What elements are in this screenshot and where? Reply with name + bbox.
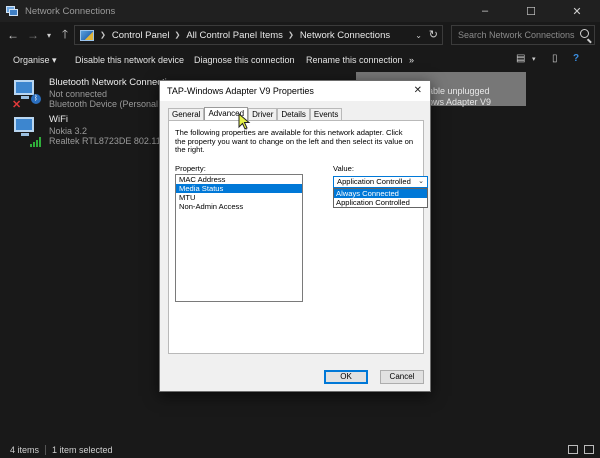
signal-bars-icon	[30, 137, 41, 147]
adapter-properties-dialog: TAP-Windows Adapter V9 Properties ✕ Gene…	[159, 80, 431, 392]
organise-menu[interactable]: Organise ▾	[13, 55, 57, 66]
selection-count: 1 item selected	[52, 445, 113, 455]
dialog-tabs: General Advanced Driver Details Events	[168, 107, 343, 121]
forward-button[interactable]: →	[23, 24, 43, 46]
property-item[interactable]: Non-Admin Access	[176, 202, 302, 211]
dialog-title-bar: TAP-Windows Adapter V9 Properties ✕	[160, 81, 430, 101]
address-row: ← → ▾ 🡑 ❯ Control Panel ❯ All Control Pa…	[0, 22, 600, 48]
window-title: Network Connections	[25, 5, 116, 17]
disconnected-icon: ✕	[12, 99, 22, 111]
breadcrumb-all-items[interactable]: All Control Panel Items	[186, 30, 283, 41]
command-bar: Organise ▾ Disable this network device D…	[0, 48, 600, 72]
chevron-down-icon: ▾	[46, 30, 51, 40]
title-bar: Network Connections – ☐ ✕	[0, 0, 600, 22]
dialog-close-icon[interactable]: ✕	[414, 85, 422, 96]
value-dropdown-text: Application Controlled	[337, 177, 411, 186]
back-button[interactable]: ←	[3, 24, 23, 46]
property-item[interactable]: MTU	[176, 193, 302, 202]
up-arrow-icon: 🡑	[61, 26, 69, 41]
item-count: 4 items	[10, 445, 40, 455]
diagnose-connection-button[interactable]: Diagnose this connection	[194, 55, 295, 65]
maximize-button[interactable]: ☐	[508, 0, 554, 22]
advanced-description: The following properties are available f…	[175, 128, 414, 155]
network-connections-icon	[6, 6, 18, 16]
dropdown-option[interactable]: Application Controlled	[334, 198, 427, 207]
value-dropdown[interactable]: Application Controlled ⌄	[333, 176, 428, 188]
ok-button[interactable]: OK	[324, 370, 368, 384]
chevron-down-icon: ⌄	[418, 178, 424, 185]
details-view-icon[interactable]	[568, 445, 578, 454]
address-bar[interactable]: ❯ Control Panel ❯ All Control Panel Item…	[74, 25, 443, 45]
value-dropdown-list[interactable]: Always Connected Application Controlled	[333, 188, 428, 208]
property-label: Property:	[175, 164, 206, 173]
refresh-icon[interactable]: ↻	[429, 28, 438, 41]
chevron-right-icon: ❯	[174, 32, 181, 39]
search-input[interactable]	[452, 30, 576, 40]
control-panel-icon	[80, 29, 94, 41]
minimize-button[interactable]: –	[462, 0, 508, 22]
chevron-down-icon[interactable]: ⌄	[415, 31, 422, 40]
bluetooth-network-icon: ✕ ᛒ	[12, 78, 42, 111]
chevron-right-icon: ❯	[100, 32, 106, 39]
property-item-selected[interactable]: Media Status	[176, 184, 302, 193]
advanced-tab-panel: The following properties are available f…	[168, 120, 428, 354]
recent-locations-button[interactable]: ▾	[43, 24, 55, 46]
wifi-network-icon	[12, 115, 42, 147]
search-icon	[580, 29, 589, 38]
help-icon[interactable]: ?	[573, 53, 579, 64]
status-bar: 4 items 1 item selected	[0, 442, 600, 458]
back-arrow-icon: ←	[7, 28, 19, 42]
selected-connection-status: able unplugged	[428, 86, 490, 96]
close-button[interactable]: ✕	[554, 0, 600, 22]
up-button[interactable]: 🡑	[55, 24, 75, 46]
bluetooth-icon: ᛒ	[31, 94, 41, 104]
more-commands-button[interactable]: »	[409, 55, 414, 65]
breadcrumb-network-connections[interactable]: Network Connections	[300, 30, 390, 41]
view-options-icon[interactable]: ▤	[516, 53, 525, 64]
status-divider	[45, 445, 47, 455]
rename-connection-button[interactable]: Rename this connection	[306, 55, 403, 65]
breadcrumb-control-panel[interactable]: Control Panel	[112, 30, 170, 41]
large-icons-view-icon[interactable]	[584, 445, 594, 454]
property-item[interactable]: MAC Address	[176, 175, 302, 184]
search-box[interactable]	[451, 25, 595, 45]
dropdown-option-highlighted[interactable]: Always Connected	[334, 189, 427, 198]
cancel-button[interactable]: Cancel	[380, 370, 424, 384]
disable-device-button[interactable]: Disable this network device	[75, 55, 184, 65]
dialog-title: TAP-Windows Adapter V9 Properties	[167, 86, 314, 96]
preview-pane-icon[interactable]: ▯	[552, 53, 558, 64]
value-label: Value:	[333, 164, 354, 173]
property-listbox[interactable]: MAC Address Media Status MTU Non-Admin A…	[175, 174, 303, 302]
mouse-pointer-icon	[238, 113, 251, 130]
chevron-right-icon: ❯	[287, 32, 294, 39]
selected-connection-device: ows Adapter V9	[428, 97, 492, 107]
forward-arrow-icon: →	[27, 28, 39, 42]
chevron-down-icon[interactable]: ▾	[532, 55, 536, 63]
